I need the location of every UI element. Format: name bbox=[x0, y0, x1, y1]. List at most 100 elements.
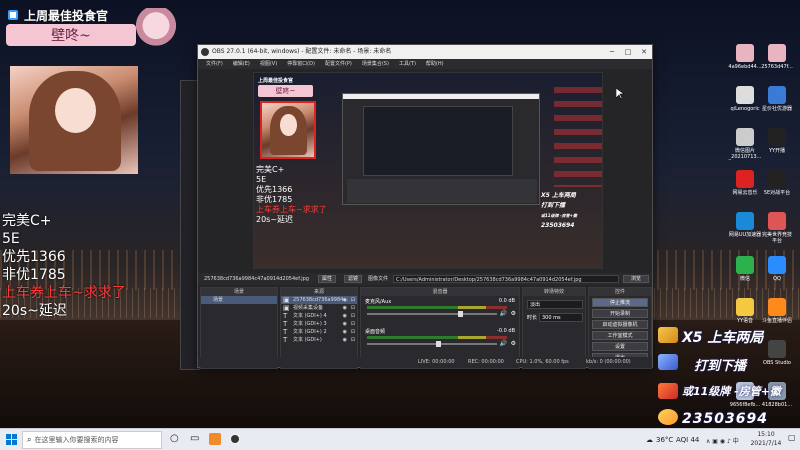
desktop-icon[interactable]: qiLenogoric bbox=[728, 86, 762, 112]
image-path-field[interactable]: C:/Users/Administrator/Desktop/257638cd7… bbox=[393, 275, 619, 283]
desktop-icon[interactable]: 星价社优游器 bbox=[760, 86, 794, 112]
filters-button[interactable]: 滤镜 bbox=[344, 275, 363, 283]
gear-icon[interactable]: ⚙ bbox=[511, 310, 516, 317]
visibility-eye-icon[interactable]: ◉ bbox=[343, 312, 347, 320]
menu-item[interactable]: 视图(V) bbox=[260, 59, 277, 69]
maximize-button[interactable]: □ bbox=[620, 45, 636, 59]
menu-item[interactable]: 文件(F) bbox=[206, 59, 223, 69]
desktop-icon[interactable]: QQ bbox=[760, 256, 794, 282]
control-button[interactable]: 工作室模式 bbox=[592, 331, 648, 340]
visibility-eye-icon[interactable]: ◉ bbox=[343, 328, 347, 336]
app-icon bbox=[736, 170, 754, 188]
app-icon bbox=[768, 128, 786, 146]
control-button[interactable]: 开始录制 bbox=[592, 309, 648, 318]
desktop-wallpaper: 上周最佳投食官 壁咚~ 完美C+ 5E 优先1366 非优1785 上车券上车~求求了 2… bbox=[0, 0, 800, 428]
lock-icon[interactable]: ⊡ bbox=[351, 336, 355, 344]
clock[interactable]: 15:10 2021/7/14 bbox=[748, 430, 784, 447]
source-item[interactable]: T 文本 (GDI+) 3 ◉ ⊡ bbox=[281, 320, 357, 328]
weather-cloud-icon: ☁ bbox=[646, 436, 653, 444]
source-item[interactable]: ▣ 257638cd736a9984... ◉ ⊡ bbox=[281, 296, 357, 304]
lock-icon[interactable]: ⊡ bbox=[351, 312, 355, 320]
image-source-icon: ▣ bbox=[283, 304, 290, 312]
volume-slider-knob[interactable] bbox=[457, 311, 463, 317]
control-button[interactable]: 停止推流 bbox=[592, 298, 648, 307]
visibility-eye-icon[interactable]: ◉ bbox=[343, 320, 347, 328]
volume-slider[interactable] bbox=[367, 311, 497, 317]
properties-button[interactable]: 属性 bbox=[318, 275, 337, 283]
game-app-icon[interactable] bbox=[209, 433, 221, 445]
desktop-icon[interactable]: 网易UU加速器 bbox=[728, 212, 762, 238]
app-icon bbox=[768, 44, 786, 62]
obs-taskbar-icon[interactable] bbox=[229, 433, 241, 445]
volume-slider[interactable] bbox=[367, 341, 497, 347]
streamer-webcam bbox=[10, 66, 138, 174]
desktop-icon[interactable]: 4a96ebd44... bbox=[728, 44, 762, 70]
transition-select[interactable]: 淡出 bbox=[527, 300, 583, 309]
desktop-icon[interactable]: 25763d47f... bbox=[760, 44, 794, 70]
desktop-icon-label: YY开播 bbox=[768, 148, 786, 154]
desktop-icon-label: 微信图片_20210713... bbox=[728, 148, 762, 160]
windows-start-icon[interactable] bbox=[6, 434, 17, 450]
desktop-icon[interactable]: 微信图片_20210713... bbox=[728, 128, 762, 160]
visibility-eye-icon[interactable]: ◉ bbox=[343, 296, 347, 304]
preview-stream-panel: X5 上车两局 打到下播 或11级牌 -房管+徽 23503694 bbox=[541, 192, 577, 229]
source-label: 257638cd736a9984... bbox=[293, 297, 349, 303]
desktop-icon[interactable]: 5E对战平台 bbox=[760, 170, 794, 196]
volume-meter bbox=[367, 336, 507, 339]
minimize-button[interactable]: ─ bbox=[604, 45, 620, 59]
control-button[interactable]: 启动虚拟摄像机 bbox=[592, 320, 648, 329]
speaker-icon[interactable]: 🔊 bbox=[500, 310, 507, 317]
duration-field[interactable]: 300 ms bbox=[539, 313, 583, 322]
stream-line1: X5 上车两局 bbox=[682, 330, 764, 346]
mixer-channel-db: 0.0 dB bbox=[498, 298, 515, 304]
scene-item[interactable]: 场景 bbox=[201, 296, 277, 304]
visibility-eye-icon[interactable]: ◉ bbox=[343, 336, 347, 344]
source-item[interactable]: T 文本 (GDI+) 4 ◉ ⊡ bbox=[281, 312, 357, 320]
menu-item[interactable]: 场景集合(S) bbox=[362, 59, 389, 69]
notification-icon[interactable]: ▢ bbox=[788, 433, 796, 449]
menu-item[interactable]: 配置文件(P) bbox=[325, 59, 352, 69]
desktop-icon[interactable]: 微信 bbox=[728, 256, 762, 282]
tray-icons[interactable]: ∧ ▣ ◉ ♪ 中 bbox=[706, 436, 739, 450]
obs-preview[interactable]: 上周最佳投食官 壁咚~ 完美C+ 5E 优先1366 非优1785 上车券上车~求求了 2… bbox=[253, 72, 603, 269]
file-explorer-icon[interactable]: ▭ bbox=[190, 433, 199, 449]
visibility-eye-icon[interactable]: ◉ bbox=[343, 304, 347, 312]
taskbar-search-box[interactable]: ⌕ 在这里输入你要搜索的内容 bbox=[22, 431, 162, 449]
desktop-icon[interactable]: OBS Studio bbox=[760, 340, 794, 366]
desktop-icon[interactable]: 斗鱼直播伴侣 bbox=[760, 298, 794, 324]
weather-temp[interactable]: 36°C bbox=[656, 436, 673, 450]
desktop-icon[interactable]: YY语音 bbox=[728, 298, 762, 324]
lock-icon[interactable]: ⊡ bbox=[351, 320, 355, 328]
lock-icon[interactable]: ⊡ bbox=[351, 304, 355, 312]
gear-icon[interactable]: ⚙ bbox=[511, 340, 516, 347]
obs-window[interactable]: OBS 27.0.1 (64-bit, windows) - 配置文件: 未命名… bbox=[197, 44, 653, 369]
weather-aqi[interactable]: AQI 44 bbox=[676, 436, 699, 450]
lock-icon[interactable]: ⊡ bbox=[351, 328, 355, 336]
obs-title-bar[interactable]: OBS 27.0.1 (64-bit, windows) - 配置文件: 未命名… bbox=[198, 45, 652, 59]
close-button[interactable]: ✕ bbox=[636, 45, 652, 59]
desktop-icon[interactable]: 完美世界竞技平台 bbox=[760, 212, 794, 244]
control-button[interactable]: 设置 bbox=[592, 342, 648, 351]
source-toolbar: 257638cd736a9984c47a0914d2054ef.jpg 属性 滤… bbox=[198, 273, 652, 285]
desktop-icon[interactable]: YY开播 bbox=[760, 128, 794, 154]
task-view-icon[interactable]: ○ bbox=[170, 433, 179, 449]
text-source-icon: T bbox=[283, 320, 288, 328]
desktop-icon-label: 5E对战平台 bbox=[763, 190, 791, 196]
overlay-title-text: 上周最佳投食官 bbox=[24, 8, 109, 23]
menu-item[interactable]: 工具(T) bbox=[399, 59, 416, 69]
lock-icon[interactable]: ⊡ bbox=[351, 296, 355, 304]
browse-button[interactable]: 浏览 bbox=[623, 275, 649, 283]
desktop-icon[interactable]: 网易云音乐 bbox=[728, 170, 762, 196]
source-item[interactable]: T 文本 (GDI+) ◉ ⊡ bbox=[281, 336, 357, 344]
menu-item[interactable]: 编辑(E) bbox=[233, 59, 250, 69]
app-icon bbox=[768, 256, 786, 274]
preview-webcam[interactable] bbox=[260, 101, 316, 159]
speaker-icon[interactable]: 🔊 bbox=[500, 340, 507, 347]
mixer-channel-name: 麦克风/Aux bbox=[365, 299, 392, 305]
source-item[interactable]: T 文本 (GDI+) 2 ◉ ⊡ bbox=[281, 328, 357, 336]
menu-item[interactable]: 停靠窗口(D) bbox=[287, 59, 315, 69]
source-item[interactable]: ▣ 视频采集设备 ◉ ⊡ bbox=[281, 304, 357, 312]
obs-app-icon bbox=[201, 48, 209, 56]
volume-slider-knob[interactable] bbox=[436, 341, 442, 347]
menu-item[interactable]: 帮助(H) bbox=[426, 59, 444, 69]
